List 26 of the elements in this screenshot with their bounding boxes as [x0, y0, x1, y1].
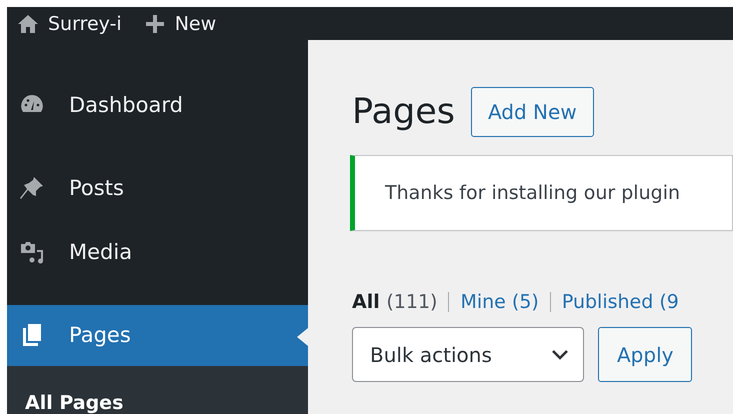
admin-bar-label: Surrey-i	[48, 12, 122, 34]
filter-link[interactable]: All (111)	[352, 291, 438, 313]
sidebar-item-label: Pages	[69, 323, 131, 348]
sidebar-item[interactable]: Pages	[7, 304, 308, 366]
admin-bar-link[interactable]: Surrey-i	[17, 12, 122, 34]
sidebar-item-label: Posts	[69, 176, 124, 200]
chevron-icon	[551, 348, 569, 360]
admin-bar-label: New	[174, 12, 216, 34]
sidebar-item[interactable]: Dashboard	[7, 74, 308, 136]
notice-text: Thanks for installing our plugin	[385, 182, 680, 204]
filter-link[interactable]: Mine (5)	[460, 291, 539, 313]
sidebar-item[interactable]: Posts	[7, 158, 308, 219]
sidebar-item-label: Media	[69, 240, 132, 264]
add-new-button[interactable]: Add New	[470, 87, 594, 137]
home-icon	[17, 12, 39, 34]
filter-link[interactable]: Published (9	[562, 291, 679, 313]
submenu-item[interactable]: All Pages	[25, 392, 124, 414]
apply-button[interactable]: Apply	[598, 327, 692, 382]
menu-pointer-icon	[297, 328, 308, 346]
pushpin-icon	[19, 175, 45, 202]
sidebar-item[interactable]: Media	[7, 221, 308, 282]
sidebar-item-label: Dashboard	[69, 92, 183, 117]
bulk-actions-dropdown[interactable]: Bulk actions	[352, 327, 584, 382]
admin-bar-link[interactable]: New	[144, 12, 216, 34]
page-title: Pages	[352, 92, 455, 132]
plus-icon	[144, 12, 166, 34]
